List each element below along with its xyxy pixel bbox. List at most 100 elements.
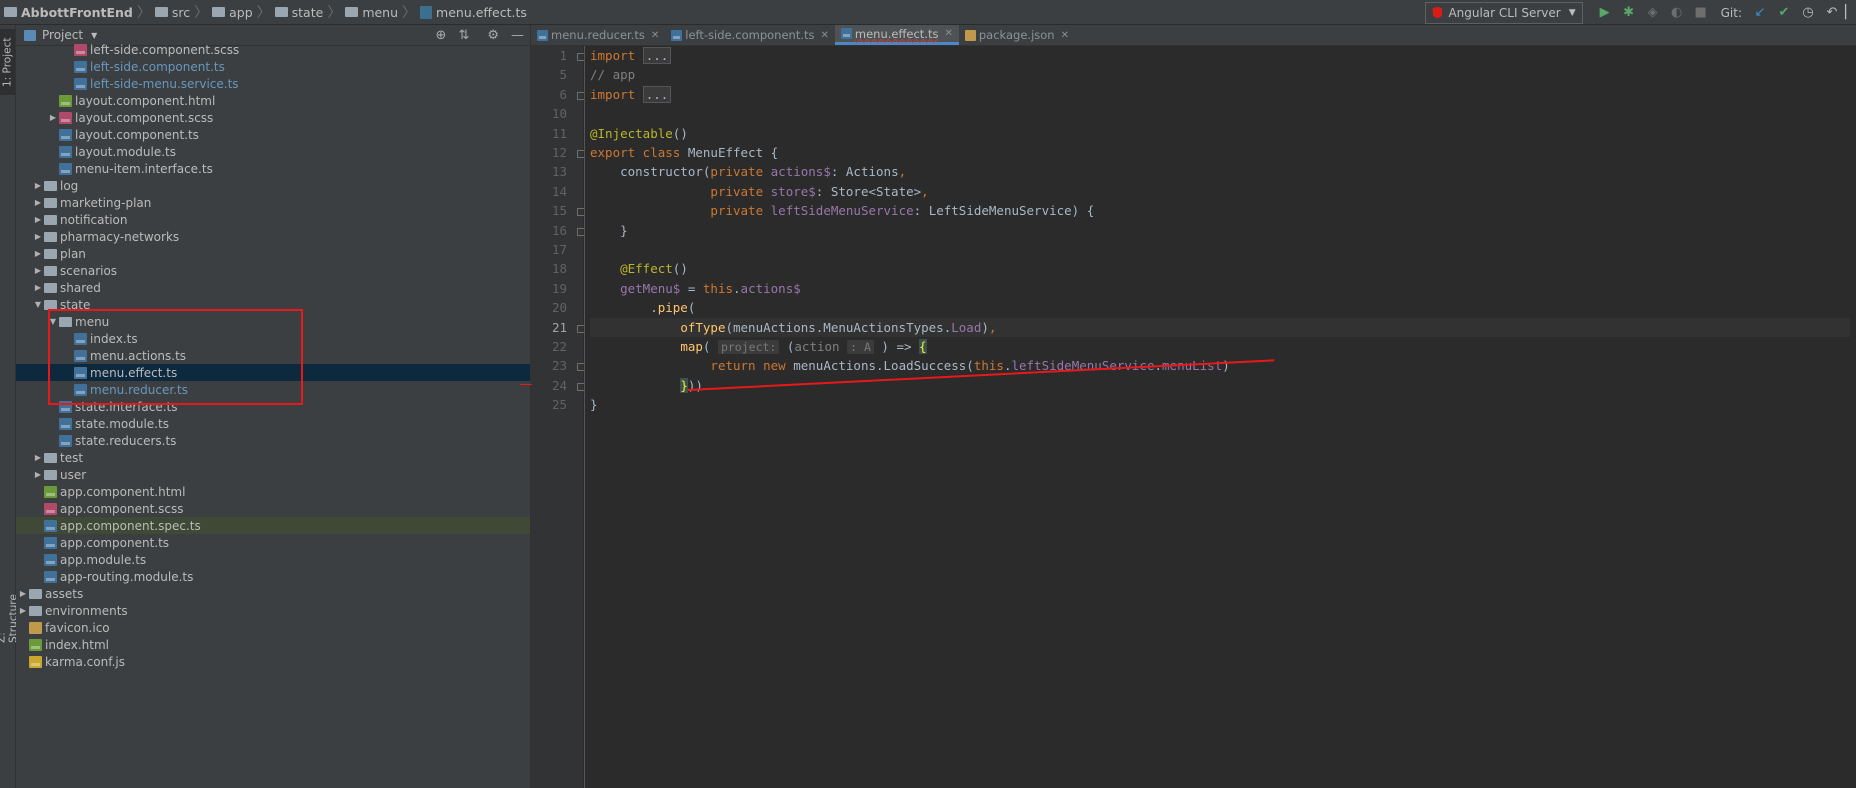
tree-file[interactable]: menu-item.interface.ts: [16, 160, 530, 177]
code-line[interactable]: [590, 415, 1850, 434]
project-view-select[interactable]: Project ▼: [24, 28, 97, 42]
breadcrumb-item[interactable]: menu.effect.ts: [420, 5, 527, 20]
vcs-update-icon[interactable]: ↙: [1750, 3, 1770, 23]
debug-icon[interactable]: ✱: [1619, 3, 1639, 23]
tree-folder[interactable]: ▶ environments: [16, 602, 530, 619]
editor-tab[interactable]: package.json ✕: [959, 25, 1075, 45]
tree-folder[interactable]: ▶ shared: [16, 279, 530, 296]
tree-file[interactable]: layout.component.html: [16, 92, 530, 109]
tree-file[interactable]: index.ts: [16, 330, 530, 347]
code-line[interactable]: @Effect(): [590, 259, 1850, 278]
code-line[interactable]: import ...: [590, 46, 1850, 65]
tree-file[interactable]: karma.conf.js: [16, 653, 530, 670]
expand-closed-icon[interactable]: ▶: [32, 453, 44, 462]
code-token: this: [702, 280, 734, 296]
tree-file[interactable]: menu.effect.ts: [16, 364, 530, 381]
tree-folder[interactable]: ▶ user: [16, 466, 530, 483]
code-line[interactable]: import ...: [590, 85, 1850, 104]
code-line[interactable]: }: [590, 395, 1850, 414]
editor-tab[interactable]: menu.reducer.ts ✕: [531, 25, 665, 45]
tree-file[interactable]: left-side.component.ts: [16, 58, 530, 75]
coverage-icon[interactable]: ◈: [1643, 3, 1663, 23]
code-line[interactable]: return new menuActions.LoadSuccess(this.…: [590, 356, 1850, 375]
tree-file[interactable]: menu.reducer.ts: [16, 381, 530, 398]
tree-file[interactable]: ▶ layout.component.scss: [16, 109, 530, 126]
vcs-history-icon[interactable]: ◷: [1798, 3, 1818, 23]
tree-file[interactable]: favicon.ico: [16, 619, 530, 636]
tree-file[interactable]: app.component.ts: [16, 534, 530, 551]
tree-file[interactable]: index.html: [16, 636, 530, 653]
code-line[interactable]: map( project: (action : A ) => {: [590, 337, 1850, 356]
expand-open-icon[interactable]: ▼: [32, 300, 44, 309]
breadcrumb-item[interactable]: menu: [345, 5, 398, 20]
tree-file[interactable]: state.module.ts: [16, 415, 530, 432]
run-icon[interactable]: ▶: [1595, 3, 1615, 23]
expand-closed-icon[interactable]: ▶: [32, 181, 44, 190]
tree-file[interactable]: app.component.spec.ts: [16, 517, 530, 534]
tree-file[interactable]: menu.actions.ts: [16, 347, 530, 364]
stop-icon[interactable]: ■: [1691, 3, 1711, 23]
tree-file[interactable]: state.reducers.ts: [16, 432, 530, 449]
tree-file[interactable]: app.module.ts: [16, 551, 530, 568]
code-line[interactable]: private store$: Store<State>,: [590, 182, 1850, 201]
run-configuration-select[interactable]: Angular CLI Server ▼: [1425, 1, 1583, 24]
close-icon[interactable]: ✕: [651, 30, 659, 41]
more-icon[interactable]: ▏: [1845, 3, 1855, 23]
code-line[interactable]: @Injectable(): [590, 124, 1850, 143]
tree-file[interactable]: left-side-menu.service.ts: [16, 75, 530, 92]
tree-file[interactable]: app.component.html: [16, 483, 530, 500]
expand-closed-icon[interactable]: ▶: [47, 113, 59, 122]
expand-closed-icon[interactable]: ▶: [32, 249, 44, 258]
expand-closed-icon[interactable]: ▶: [32, 232, 44, 241]
expand-closed-icon[interactable]: ▶: [32, 266, 44, 275]
vcs-revert-icon[interactable]: ↶: [1822, 3, 1842, 23]
editor-tab[interactable]: left-side.component.ts ✕: [665, 25, 835, 45]
breadcrumb-item[interactable]: app: [212, 5, 253, 20]
breadcrumb-item[interactable]: state: [274, 5, 323, 20]
tree-folder[interactable]: ▼ menu: [16, 313, 530, 330]
tree-folder[interactable]: ▼ state: [16, 296, 530, 313]
profile-icon[interactable]: ◐: [1667, 3, 1687, 23]
editor-tab[interactable]: menu.effect.ts ✕: [834, 25, 959, 45]
tree-file[interactable]: left-side.component.scss: [16, 41, 530, 58]
typescript-file-icon: [59, 128, 72, 141]
tree-folder[interactable]: ▶ marketing-plan: [16, 194, 530, 211]
tree-file[interactable]: state.interface.ts: [16, 398, 530, 415]
breadcrumb-item[interactable]: AbbottFrontEnd: [4, 5, 133, 20]
code-line[interactable]: private leftSideMenuService: LeftSideMen…: [590, 201, 1850, 220]
tree-folder[interactable]: ▶ log: [16, 177, 530, 194]
tree-folder[interactable]: ▶ plan: [16, 245, 530, 262]
close-icon[interactable]: ✕: [944, 28, 952, 39]
expand-closed-icon[interactable]: ▶: [32, 215, 44, 224]
expand-closed-icon[interactable]: ▶: [17, 589, 29, 598]
expand-closed-icon[interactable]: ▶: [32, 283, 44, 292]
expand-open-icon[interactable]: ▼: [47, 317, 59, 326]
expand-closed-icon[interactable]: ▶: [32, 198, 44, 207]
code-line[interactable]: [590, 240, 1850, 259]
breadcrumb-item[interactable]: src: [154, 5, 190, 20]
close-icon[interactable]: ✕: [1061, 30, 1069, 41]
code-line[interactable]: constructor(private actions$: Actions,: [590, 162, 1850, 181]
structure-tool-tab[interactable]: Z: Structure: [0, 583, 20, 643]
vcs-commit-icon[interactable]: ✔: [1774, 3, 1794, 23]
code-line[interactable]: }: [590, 221, 1850, 240]
expand-closed-icon[interactable]: ▶: [17, 606, 29, 615]
tree-folder[interactable]: ▶ assets: [16, 585, 530, 602]
tree-file[interactable]: app.component.scss: [16, 500, 530, 517]
code-line[interactable]: export class MenuEffect {: [590, 143, 1850, 162]
expand-closed-icon[interactable]: ▶: [32, 470, 44, 479]
tree-folder[interactable]: ▶ test: [16, 449, 530, 466]
tree-file[interactable]: layout.component.ts: [16, 126, 530, 143]
close-icon[interactable]: ✕: [821, 30, 829, 41]
tree-folder[interactable]: ▶ pharmacy-networks: [16, 228, 530, 245]
tree-file[interactable]: app-routing.module.ts: [16, 568, 530, 585]
code-line[interactable]: .pipe(: [590, 298, 1850, 317]
tree-folder[interactable]: ▶ notification: [16, 211, 530, 228]
tree-folder[interactable]: ▶ scenarios: [16, 262, 530, 279]
project-tool-tab[interactable]: 1: Project: [0, 29, 15, 95]
tree-file[interactable]: layout.module.ts: [16, 143, 530, 160]
code-line[interactable]: ofType(menuActions.MenuActionsTypes.Load…: [590, 317, 1850, 337]
code-line[interactable]: [590, 104, 1850, 123]
code-line[interactable]: // app: [590, 65, 1850, 84]
code-line[interactable]: getMenu$ = this.actions$: [590, 279, 1850, 298]
